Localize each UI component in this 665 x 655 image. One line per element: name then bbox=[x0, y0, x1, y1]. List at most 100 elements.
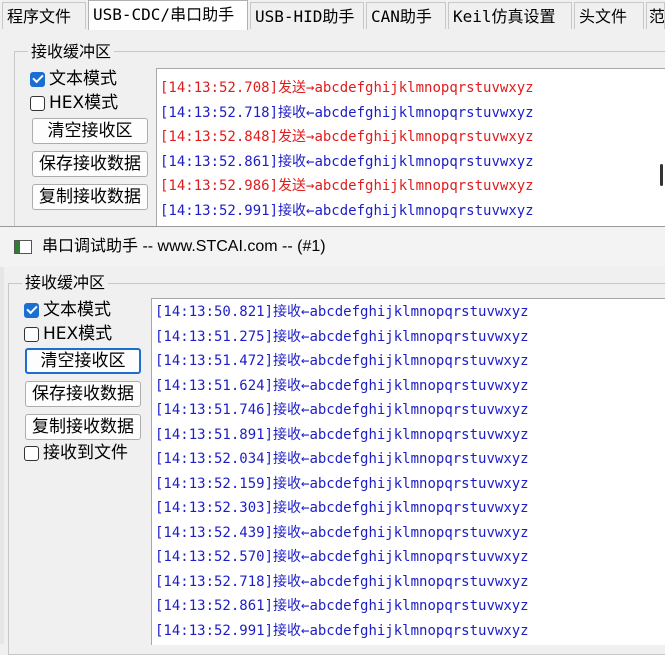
text-mode-checkbox[interactable]: 文本模式 bbox=[24, 300, 111, 320]
tab-usb-cdc-serial[interactable]: USB-CDC/串口助手 bbox=[88, 0, 248, 30]
log-payload: abcdefghijklmnopqrstuvwxyz bbox=[314, 202, 534, 219]
log-payload: abcdefghijklmnopqrstuvwxyz bbox=[309, 549, 529, 565]
clear-receive-button[interactable]: 清空接收区 bbox=[32, 118, 148, 144]
hex-mode-label: HEX模式 bbox=[49, 93, 119, 113]
log-line: [14:13:51.275]接收←abcdefghijklmnopqrstuvw… bbox=[152, 325, 529, 350]
title-bar[interactable]: 串口调试助手 -- www.STCAI.com -- (#1) bbox=[0, 227, 665, 267]
log-timestamp: [14:13:51.275] bbox=[155, 328, 274, 345]
log-direction: 接收← bbox=[273, 402, 310, 418]
log-line: [14:13:52.848]发送→abcdefghijklmnopqrstuvw… bbox=[157, 125, 534, 150]
tab-program-files[interactable]: 程序文件 bbox=[2, 2, 86, 29]
partial-line bbox=[157, 69, 665, 73]
scroll-thumb[interactable] bbox=[660, 164, 663, 186]
log-direction: 接收← bbox=[278, 202, 315, 219]
log-payload: abcdefghijklmnopqrstuvwxyz bbox=[309, 426, 529, 443]
log-direction: 接收← bbox=[273, 475, 310, 492]
hex-mode-checkbox[interactable]: HEX模式 bbox=[24, 324, 112, 344]
log-line: [14:13:51.891]接收←abcdefghijklmnopqrstuvw… bbox=[152, 423, 529, 448]
receive-textbox[interactable]: [14:13:50.821]接收←abcdefghijklmnopqrstuvw… bbox=[151, 298, 665, 645]
log-direction: 接收← bbox=[273, 549, 310, 565]
log-line: [14:13:51.624]接收←abcdefghijklmnopqrstuvw… bbox=[152, 374, 529, 399]
window-title: 串口调试助手 -- www.STCAI.com -- (#1) bbox=[42, 238, 326, 255]
log-payload: abcdefghijklmnopqrstuvwxyz bbox=[309, 451, 529, 467]
copy-receive-button[interactable]: 复制接收数据 bbox=[32, 184, 148, 210]
log-payload: abcdefghijklmnopqrstuvwxyz bbox=[309, 402, 529, 418]
save-receive-button[interactable]: 保存接收数据 bbox=[25, 381, 141, 407]
log-timestamp: [14:13:52.848] bbox=[160, 129, 279, 145]
copy-receive-button[interactable]: 复制接收数据 bbox=[25, 414, 141, 440]
log-timestamp: [14:13:52.159] bbox=[155, 475, 274, 492]
log-line: [14:13:52.718]接收←abcdefghijklmnopqrstuvw… bbox=[152, 570, 529, 595]
log-direction: 接收← bbox=[273, 524, 310, 541]
log-timestamp: [14:13:52.861] bbox=[160, 153, 279, 170]
receive-to-file-label: 接收到文件 bbox=[43, 443, 128, 463]
log-line: [14:13:52.861]接收←abcdefghijklmnopqrstuvw… bbox=[152, 594, 529, 619]
log-line: [14:13:51.746]接收←abcdefghijklmnopqrstuvw… bbox=[152, 398, 529, 423]
log-direction: 接收← bbox=[278, 153, 315, 170]
text-mode-checkbox[interactable]: 文本模式 bbox=[30, 69, 117, 89]
log-direction: 接收← bbox=[273, 622, 310, 639]
log-payload: abcdefghijklmnopqrstuvwxyz bbox=[314, 129, 534, 145]
back-window: 接收缓冲区 文本模式 HEX模式 清空接收区 保存接收数据 复制接收数据 [14… bbox=[0, 30, 665, 233]
hex-mode-checkbox[interactable]: HEX模式 bbox=[30, 93, 118, 113]
log-timestamp: [14:13:51.624] bbox=[155, 377, 274, 394]
log-direction: 接收← bbox=[278, 104, 315, 121]
log-line: [14:13:51.472]接收←abcdefghijklmnopqrstuvw… bbox=[152, 349, 529, 374]
log-timestamp: [14:13:52.439] bbox=[155, 524, 274, 541]
receive-buffer-title: 接收缓冲区 bbox=[22, 274, 109, 292]
log-payload: abcdefghijklmnopqrstuvwxyz bbox=[309, 500, 529, 516]
log-line: [14:13:52.718]接收←abcdefghijklmnopqrstuvw… bbox=[157, 101, 534, 126]
log-timestamp: [14:13:52.718] bbox=[155, 573, 274, 590]
tab-can[interactable]: CAN助手 bbox=[366, 2, 446, 29]
tab-keil-settings[interactable]: Keil仿真设置 bbox=[448, 2, 572, 29]
tab-bar: 程序文件 USB-CDC/串口助手 USB-HID助手 CAN助手 Keil仿真… bbox=[0, 0, 665, 31]
log-direction: 接收← bbox=[273, 353, 310, 369]
log-payload: abcdefghijklmnopqrstuvwxyz bbox=[309, 524, 529, 541]
log-line: [14:13:52.991]接收←abcdefghijklmnopqrstuvw… bbox=[157, 199, 534, 224]
window-left-edge bbox=[0, 267, 4, 644]
log-payload: abcdefghijklmnopqrstuvwxyz bbox=[309, 353, 529, 369]
log-timestamp: [14:13:50.821] bbox=[155, 304, 274, 320]
hex-mode-label: HEX模式 bbox=[43, 324, 113, 344]
log-payload: abcdefghijklmnopqrstuvwxyz bbox=[309, 475, 529, 492]
log-line: [14:13:52.034]接收←abcdefghijklmnopqrstuvw… bbox=[152, 447, 529, 472]
log-direction: 接收← bbox=[273, 328, 310, 345]
log-line: [14:13:52.708]发送→abcdefghijklmnopqrstuvw… bbox=[157, 76, 534, 101]
text-mode-label: 文本模式 bbox=[49, 69, 117, 89]
checkbox-unchecked-icon bbox=[24, 445, 39, 461]
tab-header-files[interactable]: 头文件 bbox=[574, 2, 644, 29]
scrollbar[interactable] bbox=[656, 69, 665, 227]
checkbox-checked-icon bbox=[30, 71, 45, 87]
log-line: [14:13:52.159]接收←abcdefghijklmnopqrstuvw… bbox=[152, 472, 529, 497]
log-timestamp: [14:13:51.746] bbox=[155, 402, 274, 418]
log-payload: abcdefghijklmnopqrstuvwxyz bbox=[309, 598, 529, 614]
log-direction: 接收← bbox=[273, 377, 310, 394]
app-icon bbox=[14, 240, 32, 254]
log-payload: abcdefghijklmnopqrstuvwxyz bbox=[309, 622, 529, 639]
log-payload: abcdefghijklmnopqrstuvwxyz bbox=[314, 104, 534, 121]
receive-to-file-checkbox[interactable]: 接收到文件 bbox=[24, 443, 128, 463]
log-direction: 接收← bbox=[273, 304, 310, 320]
tab-usb-hid[interactable]: USB-HID助手 bbox=[250, 2, 364, 29]
log-direction: 发送→ bbox=[278, 178, 315, 194]
receive-buffer-title: 接收缓冲区 bbox=[28, 43, 115, 61]
log-direction: 发送→ bbox=[278, 129, 315, 145]
save-receive-button[interactable]: 保存接收数据 bbox=[32, 151, 148, 177]
log-line: [14:13:50.821]接收←abcdefghijklmnopqrstuvw… bbox=[152, 300, 529, 325]
log-timestamp: [14:13:52.303] bbox=[155, 500, 274, 516]
tab-more[interactable]: 范 bbox=[646, 2, 665, 29]
checkbox-checked-icon bbox=[24, 302, 39, 318]
log-line: [14:13:52.303]接收←abcdefghijklmnopqrstuvw… bbox=[152, 496, 529, 521]
log-direction: 接收← bbox=[273, 426, 310, 443]
log-direction: 发送→ bbox=[278, 80, 315, 96]
log-line: [14:13:52.991]接收←abcdefghijklmnopqrstuvw… bbox=[152, 619, 529, 644]
log-payload: abcdefghijklmnopqrstuvwxyz bbox=[309, 573, 529, 590]
log-line: [14:13:52.861]接收←abcdefghijklmnopqrstuvw… bbox=[157, 150, 534, 175]
receive-textbox[interactable]: [14:13:52.708]发送→abcdefghijklmnopqrstuvw… bbox=[156, 68, 665, 228]
log-direction: 接收← bbox=[273, 451, 310, 467]
checkbox-unchecked-icon bbox=[30, 95, 45, 111]
log-payload: abcdefghijklmnopqrstuvwxyz bbox=[314, 178, 534, 194]
log-direction: 接收← bbox=[273, 598, 310, 614]
clear-receive-button[interactable]: 清空接收区 bbox=[25, 348, 141, 374]
log-timestamp: [14:13:52.034] bbox=[155, 451, 274, 467]
